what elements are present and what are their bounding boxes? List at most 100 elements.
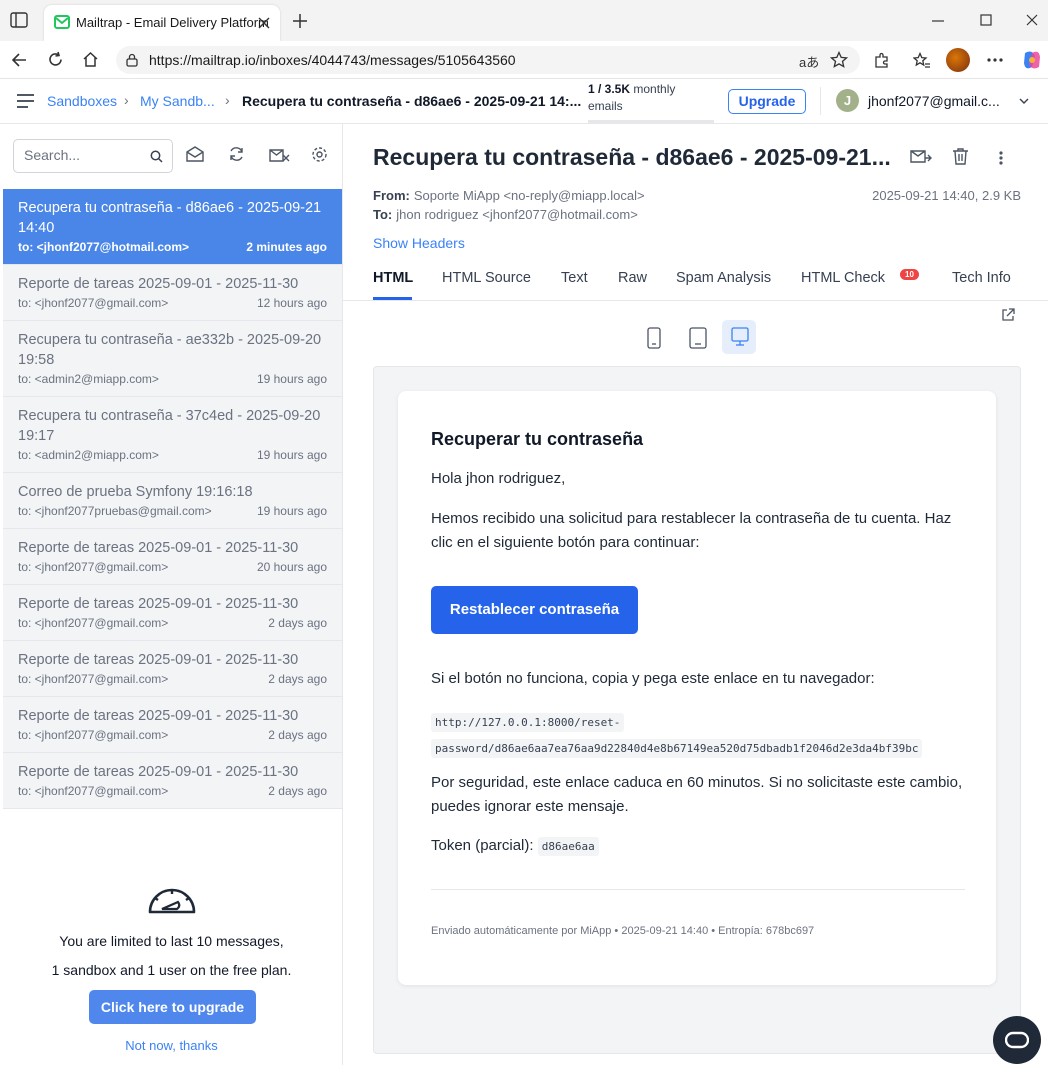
desktop-icon <box>731 327 749 346</box>
monthly-quota: 1 / 3.5K monthly emails <box>588 81 714 123</box>
token-line: Token (parcial): d86ae6aa <box>431 834 971 859</box>
message-subject: Reporte de tareas 2025-09-01 - 2025-11-3… <box>18 540 299 556</box>
list-item[interactable]: Reporte de tareas 2025-09-01 - 2025-11-3… <box>3 265 342 321</box>
message-list: Recupera tu contraseña - d86ae6 - 2025-0… <box>3 189 342 809</box>
minimize-icon[interactable] <box>932 20 944 22</box>
back-icon[interactable] <box>11 52 27 68</box>
list-item[interactable]: Recupera tu contraseña - ae332b - 2025-0… <box>3 321 342 397</box>
list-item[interactable]: Recupera tu contraseña - 37c4ed - 2025-0… <box>3 397 342 473</box>
mobile-view-button[interactable] <box>638 320 672 354</box>
tab-text[interactable]: Text <box>561 270 588 286</box>
message-subject: Recupera tu contraseña - d86ae6 - 2025-0… <box>18 200 322 236</box>
reset-link[interactable]: http://127.0.0.1:8000/reset-password/d86… <box>431 709 976 761</box>
to-value: jhon rodriguez <jhonf2077@hotmail.com> <box>396 207 638 222</box>
email-preview-canvas: Recuperar tu contraseña Hola jhon rodrig… <box>373 366 1021 1054</box>
search-icon[interactable] <box>150 150 163 163</box>
tablet-view-button[interactable] <box>680 320 714 354</box>
chevron-down-icon[interactable] <box>1019 98 1029 104</box>
not-now-link[interactable]: Not now, thanks <box>0 1038 343 1053</box>
message-time: 2 days ago <box>268 728 327 742</box>
message-recipient: to: <jhonf2077@gmail.com> <box>18 784 169 798</box>
open-external-icon[interactable] <box>1001 308 1015 322</box>
delete-trash-icon[interactable] <box>952 148 969 165</box>
message-recipient: to: <jhonf2077@gmail.com> <box>18 672 169 686</box>
tab-html[interactable]: HTML <box>373 270 413 286</box>
app-header: Sandboxes › My Sandb... › Recupera tu co… <box>0 79 1048 124</box>
refresh-inbox-icon[interactable] <box>228 146 245 162</box>
show-headers-link[interactable]: Show Headers <box>373 235 465 251</box>
message-pane: Recupera tu contraseña - d86ae6 - 2025-0… <box>343 124 1048 1065</box>
tablet-icon <box>689 327 707 349</box>
settings-gear-icon[interactable] <box>311 146 328 163</box>
tab-tech-info[interactable]: Tech Info <box>952 270 1011 286</box>
reset-password-button[interactable]: Restablecer contraseña <box>431 586 638 634</box>
close-window-icon[interactable] <box>1026 14 1038 26</box>
tab-html-check[interactable]: HTML Check <box>801 270 885 286</box>
message-subject: Correo de prueba Symfony 19:16:18 <box>18 484 253 500</box>
desktop-view-button[interactable] <box>722 320 756 354</box>
from-value: Soporte MiApp <no-reply@miapp.local> <box>413 188 645 203</box>
token-label: Token (parcial): <box>431 837 534 854</box>
breadcrumb-sandboxes[interactable]: Sandboxes <box>47 93 117 109</box>
reset-link-part1: http://127.0.0.1:8000/reset- <box>431 713 625 732</box>
tab-html-source[interactable]: HTML Source <box>442 270 531 286</box>
maximize-icon[interactable] <box>980 14 992 26</box>
favorites-icon[interactable] <box>913 52 931 69</box>
message-subject: Reporte de tareas 2025-09-01 - 2025-11-3… <box>18 276 299 292</box>
list-item[interactable]: Reporte de tareas 2025-09-01 - 2025-11-3… <box>3 585 342 641</box>
upgrade-button[interactable]: Upgrade <box>728 89 806 114</box>
list-item[interactable]: Reporte de tareas 2025-09-01 - 2025-11-3… <box>3 641 342 697</box>
message-subject: Reporte de tareas 2025-09-01 - 2025-11-3… <box>18 708 299 724</box>
avatar[interactable]: J <box>836 89 859 112</box>
reset-link-part2: password/d86ae6aa7ea76aa9d22840d4e8b6714… <box>431 739 923 758</box>
list-item[interactable]: Recupera tu contraseña - d86ae6 - 2025-0… <box>3 189 342 265</box>
tab-actions-icon[interactable] <box>10 12 28 28</box>
list-item[interactable]: Reporte de tareas 2025-09-01 - 2025-11-3… <box>3 753 342 809</box>
upgrade-cta-button[interactable]: Click here to upgrade <box>89 990 256 1024</box>
quota-count: 1 / 3.5K <box>588 82 631 96</box>
tab-raw[interactable]: Raw <box>618 270 647 286</box>
message-tabs: HTML HTML Source Text Raw Spam Analysis … <box>343 261 1048 301</box>
forward-email-icon[interactable] <box>910 148 932 164</box>
clear-inbox-icon[interactable] <box>269 146 290 162</box>
lock-icon[interactable] <box>126 53 138 67</box>
tab-spam-analysis[interactable]: Spam Analysis <box>676 270 771 286</box>
to-line: To: jhon rodriguez <jhonf2077@hotmail.com… <box>373 207 638 222</box>
more-options-icon[interactable] <box>987 58 1003 62</box>
mark-read-icon[interactable] <box>186 146 204 162</box>
profile-icon[interactable] <box>946 48 970 72</box>
user-email[interactable]: jhonf2077@gmail.c... <box>868 93 1000 109</box>
more-actions-icon[interactable] <box>999 151 1003 165</box>
message-time: 19 hours ago <box>256 504 327 518</box>
search-input[interactable] <box>24 147 144 163</box>
browser-tab[interactable]: Mailtrap - Email Delivery Platform <box>44 5 280 41</box>
email-card: Recuperar tu contraseña Hola jhon rodrig… <box>398 391 996 985</box>
favorite-star-icon[interactable] <box>830 51 848 69</box>
hamburger-menu-icon[interactable] <box>17 94 34 108</box>
refresh-icon[interactable] <box>47 51 64 68</box>
close-tab-icon[interactable] <box>258 17 270 29</box>
new-tab-icon[interactable] <box>292 13 308 29</box>
message-subject: Recupera tu contraseña - ae332b - 2025-0… <box>18 332 322 368</box>
search-box[interactable] <box>13 139 173 173</box>
read-aloud-icon[interactable]: aあ <box>799 52 819 71</box>
breadcrumb-current-message: Recupera tu contraseña - d86ae6 - 2025-0… <box>242 93 582 109</box>
email-security-note: Por seguridad, este enlace caduca en 60 … <box>431 774 963 815</box>
message-date-size: 2025-09-21 14:40, 2.9 KB <box>872 188 1021 203</box>
breadcrumb-sandbox[interactable]: My Sandb... <box>140 93 215 109</box>
list-item[interactable]: Reporte de tareas 2025-09-01 - 2025-11-3… <box>3 529 342 585</box>
extensions-icon[interactable] <box>873 52 890 69</box>
tab-title: Mailtrap - Email Delivery Platform <box>76 15 269 30</box>
list-item[interactable]: Correo de prueba Symfony 19:16:18 to: <j… <box>3 473 342 529</box>
message-recipient: to: <jhonf2077@gmail.com> <box>18 560 169 574</box>
quota-progress-bar <box>588 120 714 123</box>
mobile-icon <box>647 327 661 349</box>
copilot-icon[interactable] <box>1021 49 1043 71</box>
url-field[interactable]: https://mailtrap.io/inboxes/4044743/mess… <box>116 46 860 74</box>
home-icon[interactable] <box>82 51 99 68</box>
message-subject: Recupera tu contraseña - 37c4ed - 2025-0… <box>18 408 321 444</box>
message-time: 20 hours ago <box>256 560 327 574</box>
message-time: 2 days ago <box>268 616 327 630</box>
list-item[interactable]: Reporte de tareas 2025-09-01 - 2025-11-3… <box>3 697 342 753</box>
support-chat-button[interactable] <box>993 1016 1041 1064</box>
